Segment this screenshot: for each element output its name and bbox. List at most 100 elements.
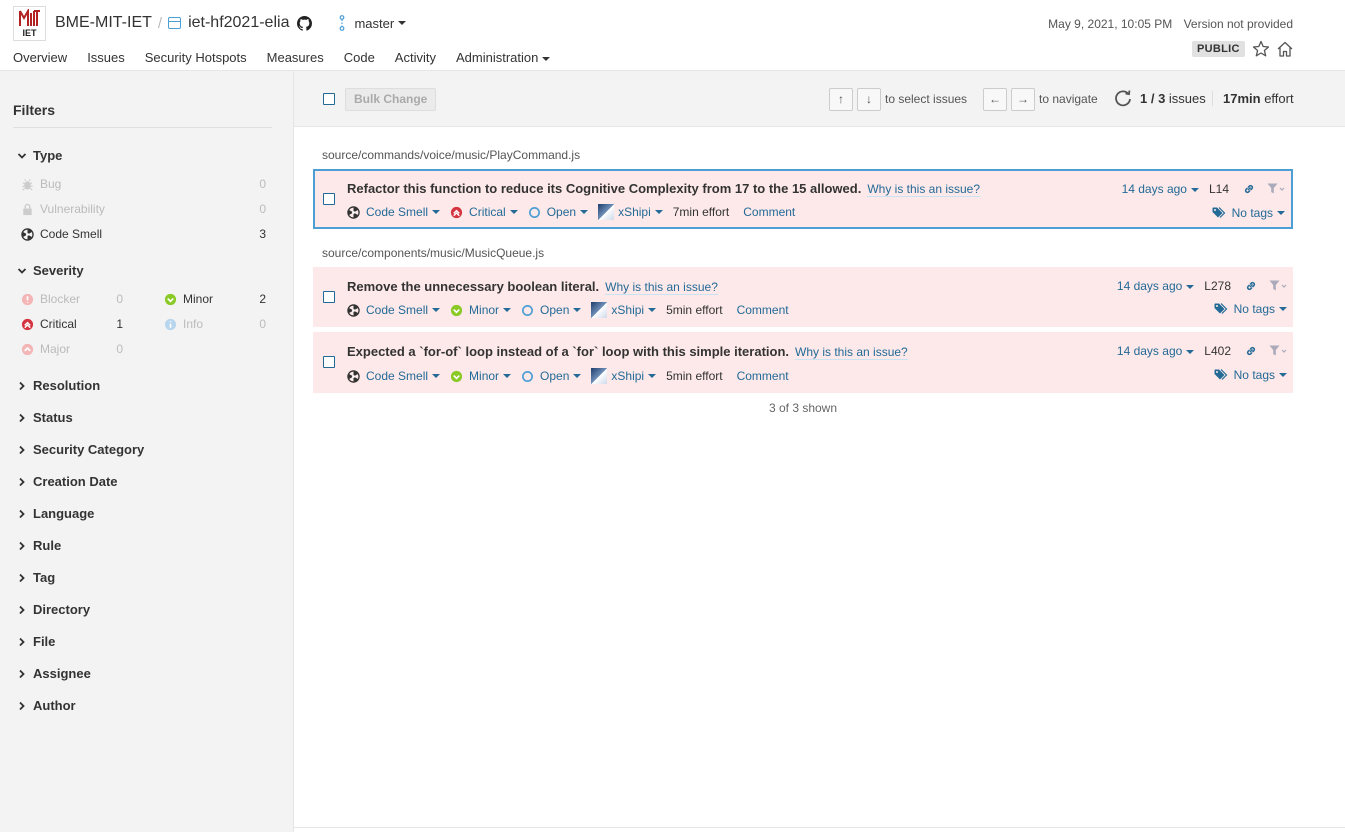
why-is-this-an-issue-link[interactable]: Why is this an issue? — [605, 280, 718, 295]
issue-tags-dropdown[interactable]: No tags — [1214, 302, 1287, 316]
issue-message[interactable]: Expected a `for-of` loop instead of a `f… — [347, 344, 908, 360]
facet-item-vulnerability[interactable]: Vulnerability — [21, 202, 105, 216]
chevron-down-icon — [1186, 349, 1195, 354]
issue-type-dropdown[interactable]: Code Smell — [347, 205, 441, 219]
facet-file[interactable]: File — [17, 634, 55, 649]
facet-item-info[interactable]: Info — [164, 317, 203, 331]
issue-severity-dropdown[interactable]: Minor — [450, 369, 512, 383]
link-icon[interactable] — [1245, 280, 1257, 292]
issue-checkbox[interactable] — [323, 356, 335, 368]
issue-status-dropdown[interactable]: Open — [521, 369, 582, 383]
issue-date-dropdown[interactable]: 14 days ago — [1117, 279, 1195, 293]
component-path[interactable]: source/components/music/MusicQueue.js — [322, 246, 544, 260]
issue-assignee-dropdown[interactable]: xShipi — [591, 302, 657, 318]
issue-line[interactable]: L14 — [1209, 182, 1229, 196]
link-icon[interactable] — [1243, 183, 1255, 195]
facet-type[interactable]: Type — [17, 148, 62, 163]
facet-security-category[interactable]: Security Category — [17, 442, 144, 457]
chevron-down-icon — [503, 308, 512, 312]
facet-count: 0 — [259, 202, 266, 216]
issue-assignee-dropdown[interactable]: xShipi — [598, 204, 663, 220]
tab-administration[interactable]: Administration — [456, 50, 551, 71]
facet-item-bug[interactable]: Bug — [21, 177, 61, 191]
issue-status-dropdown[interactable]: Open — [528, 205, 589, 219]
issue-status-dropdown[interactable]: Open — [521, 303, 582, 317]
facet-item-code-smell[interactable]: Code Smell — [21, 227, 102, 241]
issue-date-dropdown[interactable]: 14 days ago — [1117, 344, 1195, 358]
tab-issues[interactable]: Issues — [87, 50, 125, 74]
select-all-checkbox[interactable] — [323, 93, 335, 105]
total-effort: 17min effort — [1212, 91, 1294, 106]
issue-message[interactable]: Remove the unnecessary boolean literal. W… — [347, 279, 718, 295]
issue-checkbox[interactable] — [323, 291, 335, 303]
facet-item-major[interactable]: Major — [21, 342, 70, 356]
issue-type-dropdown[interactable]: Code Smell — [347, 303, 441, 317]
comment-button[interactable]: Comment — [737, 303, 789, 317]
issue-message[interactable]: Refactor this function to reduce its Cog… — [347, 181, 981, 197]
tab-overview[interactable]: Overview — [13, 50, 67, 71]
facet-language[interactable]: Language — [17, 506, 94, 521]
issue-tags-dropdown[interactable]: No tags — [1212, 206, 1285, 220]
issue-assignee-dropdown[interactable]: xShipi — [591, 368, 657, 384]
why-is-this-an-issue-link[interactable]: Why is this an issue? — [795, 345, 908, 360]
issue-tags-label: No tags — [1233, 302, 1275, 316]
facet-label: Status — [33, 410, 73, 425]
issue-effort: 5min effort — [666, 303, 723, 317]
issue-tags-dropdown[interactable]: No tags — [1214, 368, 1287, 382]
breadcrumb-organization[interactable]: BME-MIT-IET — [55, 14, 152, 32]
chevron-right-icon — [19, 605, 25, 614]
facet-directory[interactable]: Directory — [17, 602, 90, 617]
filter-icon[interactable] — [1267, 183, 1285, 195]
facet-item-label: Vulnerability — [40, 202, 105, 216]
facet-item-critical[interactable]: Critical — [21, 317, 77, 331]
facet-severity[interactable]: Severity — [17, 263, 84, 278]
tab-measures[interactable]: Measures — [267, 50, 324, 71]
issue-counter-suffix: issues — [1168, 91, 1206, 106]
facet-creation-date[interactable]: Creation Date — [17, 474, 118, 489]
issue-row[interactable]: Remove the unnecessary boolean literal. W… — [313, 267, 1293, 327]
organization-logo[interactable]: IET — [13, 6, 46, 41]
issue-line[interactable]: L278 — [1204, 279, 1231, 293]
component-path[interactable]: source/commands/voice/music/PlayCommand.… — [322, 148, 580, 162]
facet-tag[interactable]: Tag — [17, 570, 55, 585]
link-icon[interactable] — [1245, 345, 1257, 357]
why-is-this-an-issue-link[interactable]: Why is this an issue? — [867, 182, 981, 197]
facet-author[interactable]: Author — [17, 698, 76, 713]
issue-line[interactable]: L402 — [1204, 344, 1231, 358]
github-icon[interactable] — [297, 15, 313, 31]
tab-security-hotspots[interactable]: Security Hotspots — [145, 50, 247, 71]
issue-meta: Code Smell Minor Open xShipi 5min effort… — [347, 302, 799, 318]
bug-icon — [22, 178, 33, 190]
facet-assignee[interactable]: Assignee — [17, 666, 91, 681]
branch-selector[interactable]: master — [338, 15, 407, 31]
facet-status[interactable]: Status — [17, 410, 73, 425]
reload-icon[interactable] — [1113, 88, 1133, 108]
tab-activity[interactable]: Activity — [395, 50, 436, 71]
chevron-down-icon — [542, 56, 551, 61]
issue-severity-dropdown[interactable]: Critical — [450, 205, 518, 219]
facet-item-label: Blocker — [40, 292, 81, 306]
facet-item-minor[interactable]: Minor — [164, 292, 213, 306]
filters-sidebar: Filters Type Bug 0 Vulnerability 0 Code … — [0, 71, 294, 832]
tab-code[interactable]: Code — [344, 50, 375, 71]
filter-icon[interactable] — [1269, 345, 1287, 357]
comment-button[interactable]: Comment — [743, 205, 795, 219]
issue-severity-dropdown[interactable]: Minor — [450, 303, 512, 317]
facet-item-label: Minor — [183, 292, 214, 306]
facet-rule[interactable]: Rule — [17, 538, 61, 553]
breadcrumb-project[interactable]: iet-hf2021-elia — [188, 14, 289, 32]
home-icon[interactable] — [1276, 40, 1294, 58]
issue-severity-label: Minor — [469, 303, 500, 317]
bulk-change-button[interactable]: Bulk Change — [345, 88, 437, 111]
star-icon[interactable] — [1252, 40, 1270, 58]
project-nav: Overview Issues Security Hotspots Measur… — [13, 50, 570, 74]
facet-item-blocker[interactable]: Blocker — [21, 292, 80, 306]
issue-checkbox[interactable] — [323, 193, 335, 205]
issue-type-dropdown[interactable]: Code Smell — [347, 369, 441, 383]
issue-row[interactable]: Expected a `for-of` loop instead of a `f… — [313, 332, 1293, 393]
issue-date-dropdown[interactable]: 14 days ago — [1122, 182, 1199, 196]
comment-button[interactable]: Comment — [737, 369, 789, 383]
issue-row[interactable]: Refactor this function to reduce its Cog… — [313, 169, 1293, 229]
facet-resolution[interactable]: Resolution — [17, 378, 100, 393]
filter-icon[interactable] — [1269, 280, 1287, 292]
